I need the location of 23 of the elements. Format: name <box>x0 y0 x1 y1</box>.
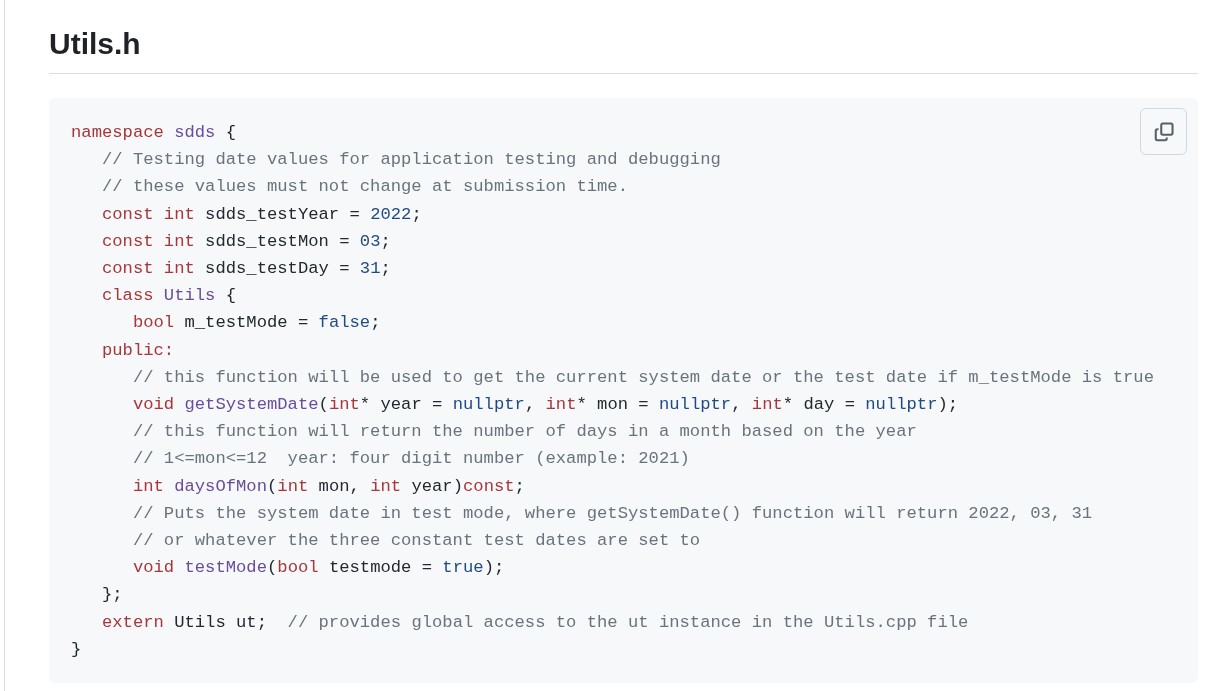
file-heading: Utils.h <box>49 26 141 62</box>
code-line: const int sdds_testDay = 31; <box>100 258 391 280</box>
code-line: void testMode(bool testmode = true); <box>131 557 505 580</box>
code-line: // Testing date values for application testing and debugging <box>100 149 721 172</box>
code-line: class Utils { <box>100 285 237 308</box>
code-line: // Puts the system date in test mode, where getSystemDate() function will return 2022, 03, 31 <box>131 502 1093 525</box>
code-line: int daysOfMon(int mon, int year)const; <box>131 475 525 498</box>
code-line: // this function will be used to get the current system date or the test date if m_testMode is true <box>131 366 1154 389</box>
code-line: public: <box>100 339 175 362</box>
code-line: } <box>71 638 82 661</box>
code-line: extern Utils ut; // provides global access to the ut instance in the Utils.cpp file <box>100 611 969 634</box>
code-line: }; <box>100 584 123 607</box>
code-line: void getSystemDate(int* year = nullptr, int* mon = nullptr, int* day = nullptr); <box>131 394 959 417</box>
code-line: // this function will return the number of days in a month based on the year <box>131 421 917 444</box>
copy-button[interactable] <box>1140 108 1187 155</box>
code-line: // 1<=mon<=12 year: four digit number (example: 2021) <box>131 448 690 471</box>
code-line: bool m_testMode = false; <box>131 312 381 335</box>
code-line: const int sdds_testMon = 03; <box>100 230 391 253</box>
copy-icon <box>1152 120 1175 143</box>
code-line: namespace sdds { <box>71 122 237 144</box>
code-line: // or whatever the three constant test dates are set to <box>131 530 701 553</box>
code-line: const int sdds_testYear = 2022; <box>100 203 422 226</box>
code-line: // these values must not change at submission time. <box>100 176 628 199</box>
